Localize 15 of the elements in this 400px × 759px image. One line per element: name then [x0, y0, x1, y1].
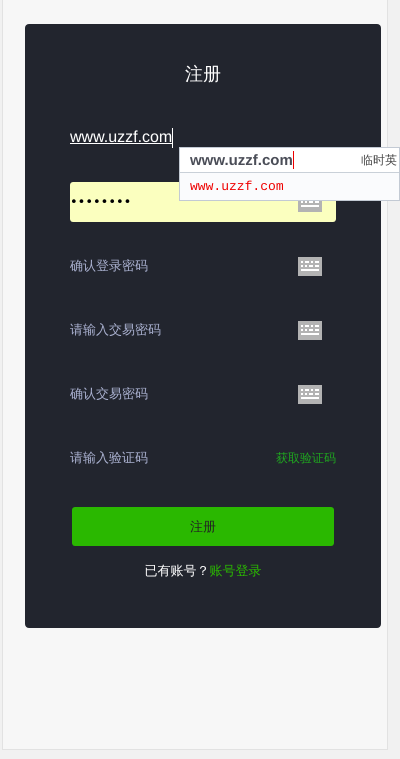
code-field[interactable]: 请输入验证码: [70, 446, 276, 470]
login-link[interactable]: 账号登录: [210, 562, 262, 580]
keyboard-icon[interactable]: [298, 320, 322, 340]
keyboard-icon[interactable]: [298, 384, 322, 404]
password-field[interactable]: 确认登录密码: [70, 254, 298, 278]
get-code-link[interactable]: 获取验证码: [276, 450, 336, 466]
password-field[interactable]: 确认交易密码: [70, 382, 298, 406]
ime-composition: www.uzzf.com: [190, 151, 295, 169]
password-field[interactable]: 请输入交易密码: [70, 318, 298, 342]
ime-hint: 临时英: [361, 152, 397, 168]
input-field[interactable]: www.uzzf.com: [70, 126, 174, 150]
keyboard-icon[interactable]: [298, 256, 322, 276]
footer-text: 已有账号？: [144, 563, 210, 580]
form-title: 注册: [184, 64, 222, 86]
register-button[interactable]: 注册: [72, 507, 334, 546]
